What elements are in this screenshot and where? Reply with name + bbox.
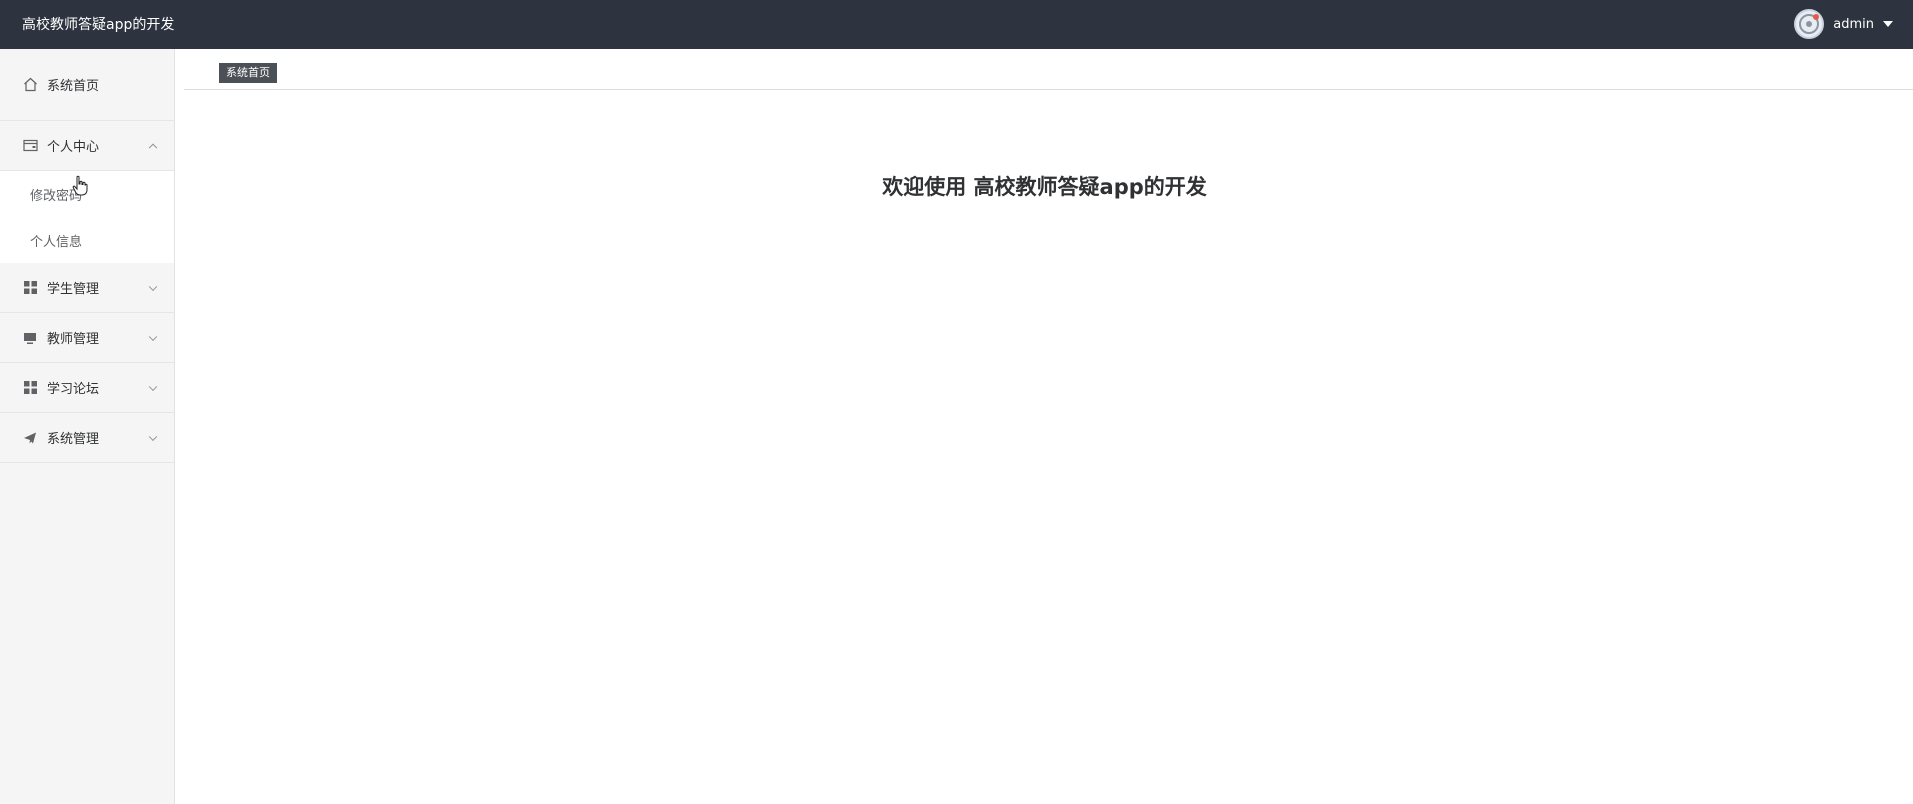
sidebar-item-learning-forum[interactable]: 学习论坛 xyxy=(0,363,174,413)
chevron-down-icon xyxy=(148,332,158,341)
hand-cursor-icon xyxy=(72,175,88,196)
caret-down-icon[interactable] xyxy=(1883,21,1893,27)
sidebar-subitem-personal-info[interactable]: 个人信息 xyxy=(0,217,174,263)
grid-icon xyxy=(22,380,38,396)
avatar-image-icon xyxy=(1799,14,1820,34)
sidebar: 系统首页 个人中心 修改密码 个人信息 学生管理 教师管理 学习论坛 系统管理 xyxy=(0,49,175,804)
sidebar-item-teacher-management[interactable]: 教师管理 xyxy=(0,313,174,363)
sidebar-item-label: 系统管理 xyxy=(47,432,100,447)
sidebar-item-label: 个人中心 xyxy=(47,140,100,155)
monitor-icon xyxy=(22,330,38,346)
avatar[interactable] xyxy=(1794,9,1825,39)
main-content: 系统首页 欢迎使用 高校教师答疑app的开发 xyxy=(176,49,1913,804)
user-menu[interactable]: admin xyxy=(1794,9,1893,39)
breadcrumb-tag-home[interactable]: 系统首页 xyxy=(219,63,277,83)
chevron-up-icon xyxy=(148,143,158,152)
breadcrumb: 系统首页 xyxy=(184,49,1913,90)
app-title: 高校教师答疑app的开发 xyxy=(22,17,175,33)
sidebar-item-label: 学习论坛 xyxy=(47,382,100,397)
grid-icon xyxy=(22,280,38,296)
chevron-down-icon xyxy=(148,382,158,391)
chevron-down-icon xyxy=(148,282,158,291)
sidebar-item-label: 教师管理 xyxy=(47,332,100,347)
sidebar-item-label: 系统首页 xyxy=(47,79,100,94)
top-header: 高校教师答疑app的开发 admin xyxy=(0,0,1913,49)
chevron-down-icon xyxy=(148,432,158,441)
welcome-heading: 欢迎使用 高校教师答疑app的开发 xyxy=(882,175,1207,199)
sidebar-item-student-management[interactable]: 学生管理 xyxy=(0,263,174,313)
username[interactable]: admin xyxy=(1833,17,1874,32)
wallet-icon xyxy=(22,138,38,154)
sidebar-item-system-management[interactable]: 系统管理 xyxy=(0,413,174,463)
sidebar-item-personal-center[interactable]: 个人中心 xyxy=(0,121,174,171)
sidebar-item-home[interactable]: 系统首页 xyxy=(0,49,174,121)
home-icon xyxy=(22,77,38,93)
paper-plane-icon xyxy=(22,430,38,446)
sidebar-item-label: 学生管理 xyxy=(47,282,100,297)
